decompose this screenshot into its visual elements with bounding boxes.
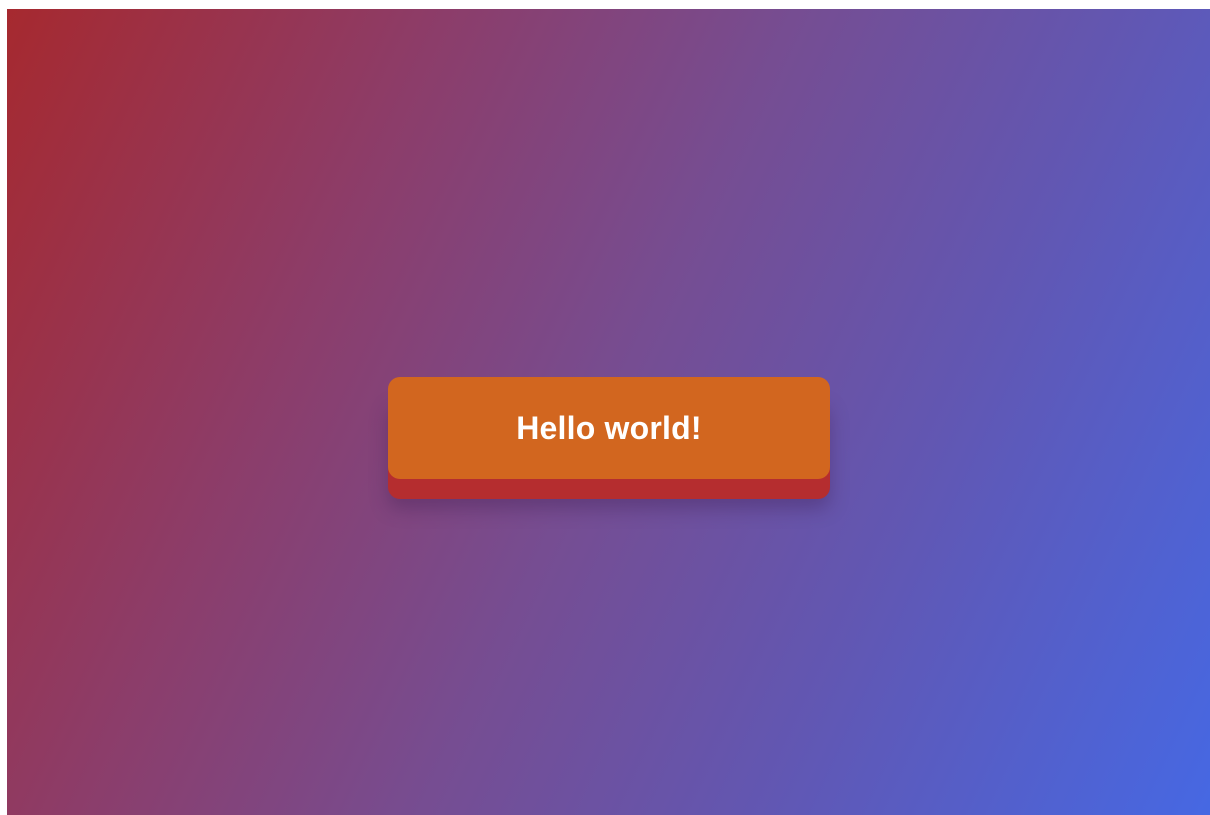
hello-world-button[interactable]: Hello world! <box>388 377 830 479</box>
gradient-background: Hello world! <box>7 9 1210 815</box>
hello-button-container: Hello world! <box>388 377 830 499</box>
hello-world-button-label: Hello world! <box>516 409 702 446</box>
